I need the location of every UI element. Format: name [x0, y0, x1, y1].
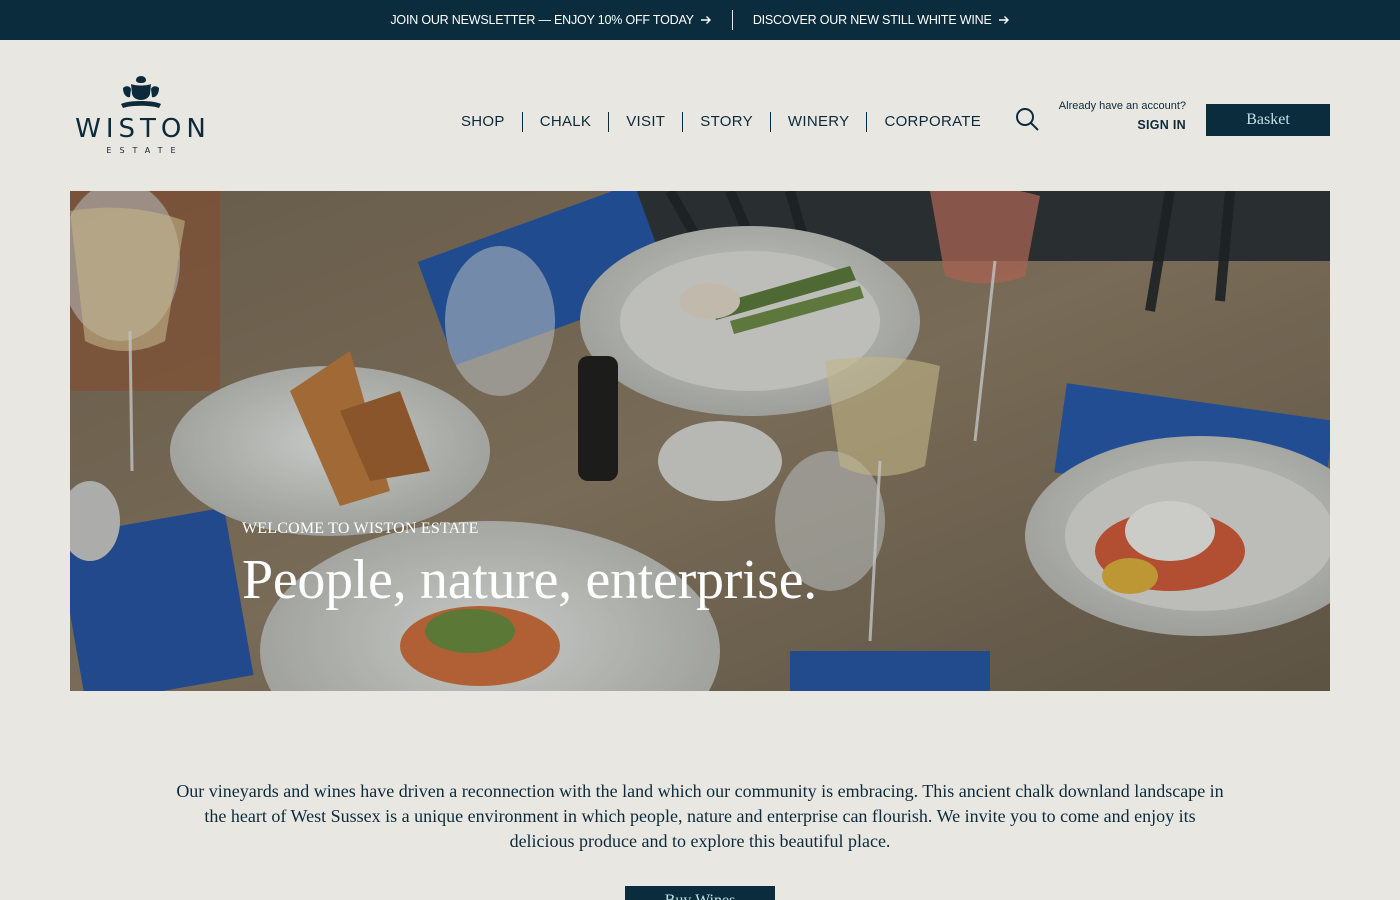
- announcement-bar: JOIN OUR NEWSLETTER — ENJOY 10% OFF TODA…: [0, 0, 1400, 40]
- new-wine-link-label: DISCOVER OUR NEW STILL WHITE WINE: [752, 13, 992, 27]
- main-nav: SHOP CHALK VISIT STORY WINERY CORPORATE: [444, 111, 998, 133]
- intro-paragraph: Our vineyards and wines have driven a re…: [176, 781, 1224, 851]
- new-wine-link[interactable]: DISCOVER OUR NEW STILL WHITE WINE: [753, 13, 1010, 27]
- hero-headline: People, nature, enterprise.: [242, 549, 818, 611]
- hero-kicker: WELCOME TO WISTON ESTATE: [242, 520, 479, 537]
- sign-in-link[interactable]: SIGN IN: [1040, 118, 1186, 132]
- logo-wordmark: WISTON: [75, 114, 211, 144]
- crest-icon: [121, 76, 161, 108]
- buy-wines-button[interactable]: Buy Wines: [625, 886, 775, 900]
- newsletter-link-label: JOIN OUR NEWSLETTER — ENJOY 10% OFF TODA…: [390, 13, 694, 27]
- nav-item-shop[interactable]: SHOP: [444, 112, 522, 132]
- account-prompt: Already have an account?: [1058, 100, 1186, 112]
- announcement-divider: [731, 10, 733, 30]
- arrow-right-icon: [998, 14, 1010, 26]
- site-logo[interactable]: WISTON ESTATE: [70, 74, 212, 158]
- basket-button[interactable]: Basket: [1206, 104, 1330, 136]
- nav-item-winery[interactable]: WINERY: [769, 112, 867, 132]
- hero-banner: WELCOME TO WISTON ESTATE People, nature,…: [70, 191, 1330, 691]
- search-icon[interactable]: [1014, 106, 1040, 132]
- nav-item-visit[interactable]: VISIT: [608, 112, 682, 132]
- account-area: Already have an account? SIGN IN: [1040, 100, 1186, 132]
- hero-overlay: [70, 191, 1330, 691]
- nav-item-corporate[interactable]: CORPORATE: [866, 112, 998, 132]
- newsletter-link[interactable]: JOIN OUR NEWSLETTER — ENJOY 10% OFF TODA…: [390, 13, 711, 27]
- arrow-right-icon: [700, 14, 712, 26]
- logo-subtitle: ESTATE: [106, 146, 184, 155]
- nav-item-story[interactable]: STORY: [682, 112, 770, 132]
- nav-item-chalk[interactable]: CHALK: [521, 112, 609, 132]
